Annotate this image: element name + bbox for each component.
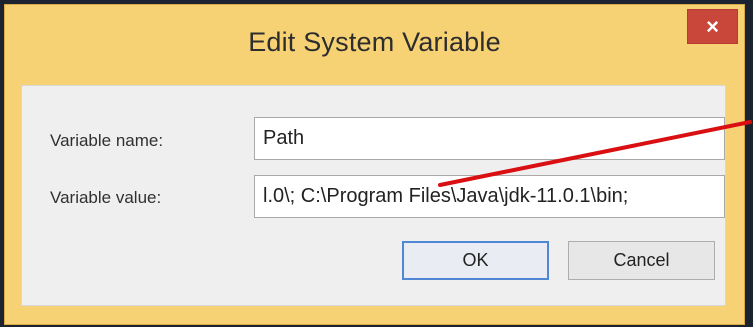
edit-system-variable-dialog: Edit System Variable × Variable name: Pa… — [4, 4, 745, 325]
variable-value-field[interactable]: l.0\; C:\Program Files\Java\jdk-11.0.1\b… — [254, 175, 725, 218]
dialog-title: Edit System Variable — [248, 27, 501, 57]
variable-value-text: l.0\; C:\Program Files\Java\jdk-11.0.1\b… — [263, 185, 629, 207]
screen-background: Edit System Variable × Variable name: Pa… — [0, 0, 753, 327]
cancel-button[interactable]: Cancel — [568, 241, 715, 280]
dialog-content: Variable name: Path Variable value: l.0\… — [21, 85, 726, 306]
close-button[interactable]: × — [687, 9, 738, 44]
close-icon: × — [706, 13, 719, 39]
ok-button[interactable]: OK — [402, 241, 549, 280]
variable-value-label: Variable value: — [50, 188, 162, 207]
variable-name-value: Path — [263, 127, 305, 149]
variable-name-field[interactable]: Path — [254, 117, 725, 160]
dialog-titlebar[interactable]: Edit System Variable × — [5, 5, 744, 83]
variable-name-label: Variable name: — [50, 131, 164, 150]
